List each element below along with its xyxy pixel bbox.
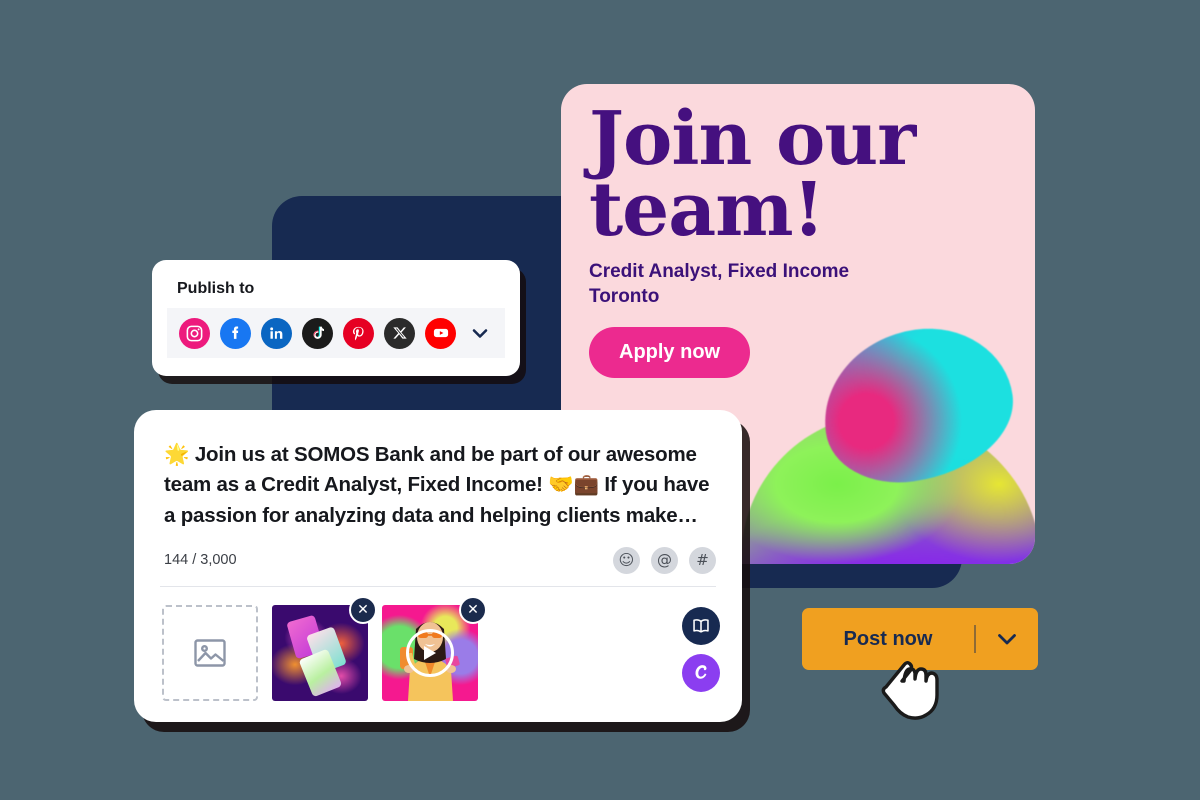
post-composer-card: 🌟 Join us at SOMOS Bank and be part of o… — [134, 410, 742, 722]
tiktok-icon[interactable] — [302, 317, 333, 349]
post-now-label: Post now — [843, 627, 933, 650]
screenshot-stage: Join our team! Credit Analyst, Fixed Inc… — [0, 0, 1200, 800]
linkedin-icon[interactable] — [261, 317, 292, 349]
job-title-text: Credit Analyst, Fixed Income — [589, 261, 850, 283]
remove-video-attachment-close-icon[interactable]: ✕ — [459, 595, 487, 624]
hashtag-icon[interactable]: # — [689, 546, 716, 574]
add-media-button[interactable] — [162, 604, 258, 701]
publish-to-label: Publish to — [177, 280, 255, 297]
composer-side-tools — [682, 605, 720, 692]
facebook-icon[interactable] — [220, 317, 251, 349]
video-play-icon[interactable] — [406, 628, 454, 677]
composer-insert-tools: ☺ @ # — [613, 546, 716, 574]
post-now-button[interactable]: Post now — [802, 608, 1038, 670]
x-icon[interactable] — [384, 317, 415, 349]
emoji-icon[interactable]: ☺ — [613, 546, 640, 574]
post-options-chevron-down-icon[interactable] — [976, 633, 1038, 646]
network-selector-bar — [167, 308, 505, 358]
pinterest-icon[interactable] — [343, 317, 374, 349]
canva-icon[interactable] — [682, 653, 720, 692]
publish-to-card: Publish to — [152, 260, 520, 376]
apply-now-button[interactable]: Apply now — [589, 327, 751, 379]
character-counter: 144 / 3,000 — [164, 552, 237, 569]
remove-image-attachment-close-icon[interactable]: ✕ — [349, 595, 377, 624]
post-text[interactable]: 🌟 Join us at SOMOS Bank and be part of o… — [134, 410, 742, 531]
creative-headline: Join our team! — [589, 96, 916, 254]
youtube-icon[interactable] — [425, 317, 456, 349]
image-attachment[interactable]: ✕ — [272, 595, 377, 701]
content-library-icon[interactable] — [682, 606, 720, 645]
media-attachments-row: ✕ ✕ — [134, 587, 742, 701]
creative-job-title: Credit Analyst, Fixed Income Toronto — [589, 260, 1015, 309]
video-attachment[interactable]: ✕ — [382, 595, 487, 701]
job-location-text: Toronto — [589, 285, 660, 307]
composer-meta-row: 144 / 3,000 ☺ @ # — [134, 531, 742, 574]
instagram-icon[interactable] — [179, 317, 210, 349]
network-expand-chevron-down-icon[interactable] — [472, 328, 488, 339]
mention-icon[interactable]: @ — [651, 546, 678, 574]
